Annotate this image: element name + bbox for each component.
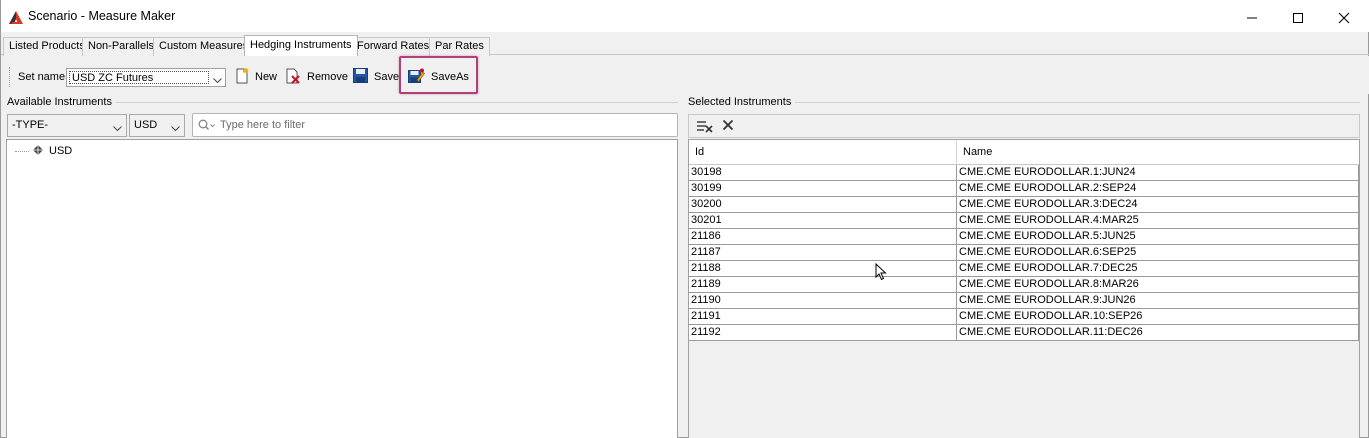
- window-title: Scenario - Measure Maker: [28, 9, 176, 23]
- selected-toolbar: [688, 114, 1360, 138]
- filter-placeholder: Type here to filter: [220, 119, 305, 131]
- cell-id: 21189: [691, 278, 721, 290]
- table-row[interactable]: 21191 CME.CME EURODOLLAR.10:SEP26: [689, 309, 1359, 325]
- cell-id: 21191: [691, 310, 721, 322]
- tab-forward-rates[interactable]: Forward Rates: [351, 37, 436, 56]
- toolbar-grip[interactable]: [9, 67, 12, 87]
- selected-table: Id Name 30198 CME.CME EURODOLLAR.1:JUN24 …: [688, 139, 1360, 438]
- cell-name: CME.CME EURODOLLAR.4:MAR25: [959, 214, 1139, 226]
- node-icon: [33, 144, 43, 158]
- currency-combo[interactable]: USD: [129, 114, 185, 137]
- new-button-label: New: [255, 71, 278, 83]
- type-combo[interactable]: -TYPE-: [7, 114, 127, 137]
- cell-id: 21188: [691, 262, 721, 274]
- tab-non-parallels[interactable]: Non-Parallels: [82, 37, 161, 56]
- new-button[interactable]: New: [235, 67, 277, 87]
- chevron-down-icon: [171, 123, 180, 135]
- tab-par-rates[interactable]: Par Rates: [429, 37, 490, 56]
- column-divider: [956, 165, 957, 341]
- remove-button-label: Remove: [307, 71, 348, 83]
- selected-group-line: [789, 102, 1360, 103]
- table-row[interactable]: 30198 CME.CME EURODOLLAR.1:JUN24: [689, 165, 1359, 181]
- table-row[interactable]: 21187 CME.CME EURODOLLAR.6:SEP25: [689, 245, 1359, 261]
- table-row[interactable]: 30200 CME.CME EURODOLLAR.3:DEC24: [689, 197, 1359, 213]
- table-right-border: [1358, 165, 1359, 341]
- app-window: Scenario - Measure Maker Listed Products…: [0, 0, 1369, 438]
- cell-name: CME.CME EURODOLLAR.2:SEP24: [959, 182, 1137, 194]
- tab-custom-measures[interactable]: Custom Measures: [153, 37, 255, 56]
- cell-name: CME.CME EURODOLLAR.11:DEC26: [959, 326, 1143, 338]
- save-button[interactable]: Save: [353, 67, 399, 87]
- mouse-pointer-icon: [875, 262, 887, 284]
- delete-x-icon[interactable]: [722, 119, 734, 134]
- new-document-icon: [235, 67, 255, 87]
- cell-id: 21186: [691, 230, 721, 242]
- maximize-button[interactable]: [1275, 4, 1321, 32]
- cell-id: 21190: [691, 294, 721, 306]
- set-name-value: USD ZC Futures: [69, 71, 209, 84]
- cell-id: 30201: [691, 214, 722, 226]
- column-header-name[interactable]: Name: [957, 140, 1359, 165]
- tab-listed-products[interactable]: Listed Products: [3, 37, 91, 56]
- clear-list-icon[interactable]: [696, 119, 714, 136]
- maximize-icon: [1292, 12, 1304, 24]
- cell-name: CME.CME EURODOLLAR.6:SEP25: [959, 246, 1137, 258]
- chevron-down-icon: [213, 74, 222, 87]
- cell-name: CME.CME EURODOLLAR.10:SEP26: [959, 310, 1143, 322]
- close-icon: [1338, 12, 1350, 24]
- search-icon: [198, 119, 216, 135]
- save-button-label: Save: [374, 71, 400, 83]
- cell-id: 30199: [691, 182, 722, 194]
- table-row[interactable]: 21190 CME.CME EURODOLLAR.9:JUN26: [689, 293, 1359, 309]
- cell-name: CME.CME EURODOLLAR.3:DEC24: [959, 198, 1138, 210]
- tab-hedging-instruments[interactable]: Hedging Instruments: [244, 35, 358, 56]
- table-row[interactable]: 21188 CME.CME EURODOLLAR.7:DEC25: [689, 261, 1359, 277]
- available-tree[interactable]: USD: [6, 139, 678, 438]
- table-row[interactable]: 21192 CME.CME EURODOLLAR.11:DEC26: [689, 325, 1359, 341]
- title-bar[interactable]: Scenario - Measure Maker: [1, 4, 1369, 32]
- saveas-highlight: [399, 56, 478, 94]
- minimize-icon: [1246, 12, 1258, 24]
- tab-bar: Listed Products Non-Parallels Custom Mea…: [1, 35, 1369, 56]
- floppy-disk-icon: [353, 68, 374, 86]
- minimize-button[interactable]: [1229, 4, 1275, 32]
- toolbar: Set name: USD ZC Futures New Remove Save…: [1, 56, 1369, 94]
- available-instruments-label: Available Instruments: [7, 96, 116, 108]
- currency-combo-value: USD: [134, 119, 158, 131]
- table-row[interactable]: 30201 CME.CME EURODOLLAR.4:MAR25: [689, 213, 1359, 229]
- cell-name: CME.CME EURODOLLAR.7:DEC25: [959, 262, 1138, 274]
- available-group-line: [109, 102, 678, 103]
- cell-name: CME.CME EURODOLLAR.9:JUN26: [959, 294, 1136, 306]
- cell-id: 21187: [691, 246, 721, 258]
- cell-id: 30198: [691, 166, 722, 178]
- cell-id: 21192: [691, 326, 721, 338]
- cell-name: CME.CME EURODOLLAR.8:MAR26: [959, 278, 1139, 290]
- chevron-down-icon: [113, 123, 122, 135]
- filter-input[interactable]: Type here to filter: [192, 113, 678, 137]
- table-header: Id Name: [689, 140, 1359, 165]
- column-header-id[interactable]: Id: [689, 140, 957, 165]
- remove-document-icon: [285, 68, 307, 87]
- set-name-combo[interactable]: USD ZC Futures: [66, 68, 226, 87]
- table-body: 30198 CME.CME EURODOLLAR.1:JUN24 30199 CME…: [689, 165, 1359, 341]
- set-name-label: Set name:: [18, 71, 69, 83]
- cell-name: CME.CME EURODOLLAR.1:JUN24: [959, 166, 1136, 178]
- type-combo-value: -TYPE-: [12, 119, 49, 131]
- close-button[interactable]: [1321, 4, 1367, 32]
- table-row[interactable]: 21186 CME.CME EURODOLLAR.5:JUN25: [689, 229, 1359, 245]
- cell-name: CME.CME EURODOLLAR.5:JUN25: [959, 230, 1136, 242]
- table-row[interactable]: 21189 CME.CME EURODOLLAR.8:MAR26: [689, 277, 1359, 293]
- cell-id: 30200: [691, 198, 722, 210]
- table-row[interactable]: 30199 CME.CME EURODOLLAR.2:SEP24: [689, 181, 1359, 197]
- tree-connector: [15, 150, 29, 152]
- selected-instruments-label: Selected Instruments: [688, 96, 796, 108]
- app-logo-icon: [9, 11, 23, 25]
- remove-button[interactable]: Remove: [285, 67, 348, 87]
- tree-node-label: USD: [49, 145, 73, 157]
- tree-node-usd[interactable]: USD: [15, 143, 72, 159]
